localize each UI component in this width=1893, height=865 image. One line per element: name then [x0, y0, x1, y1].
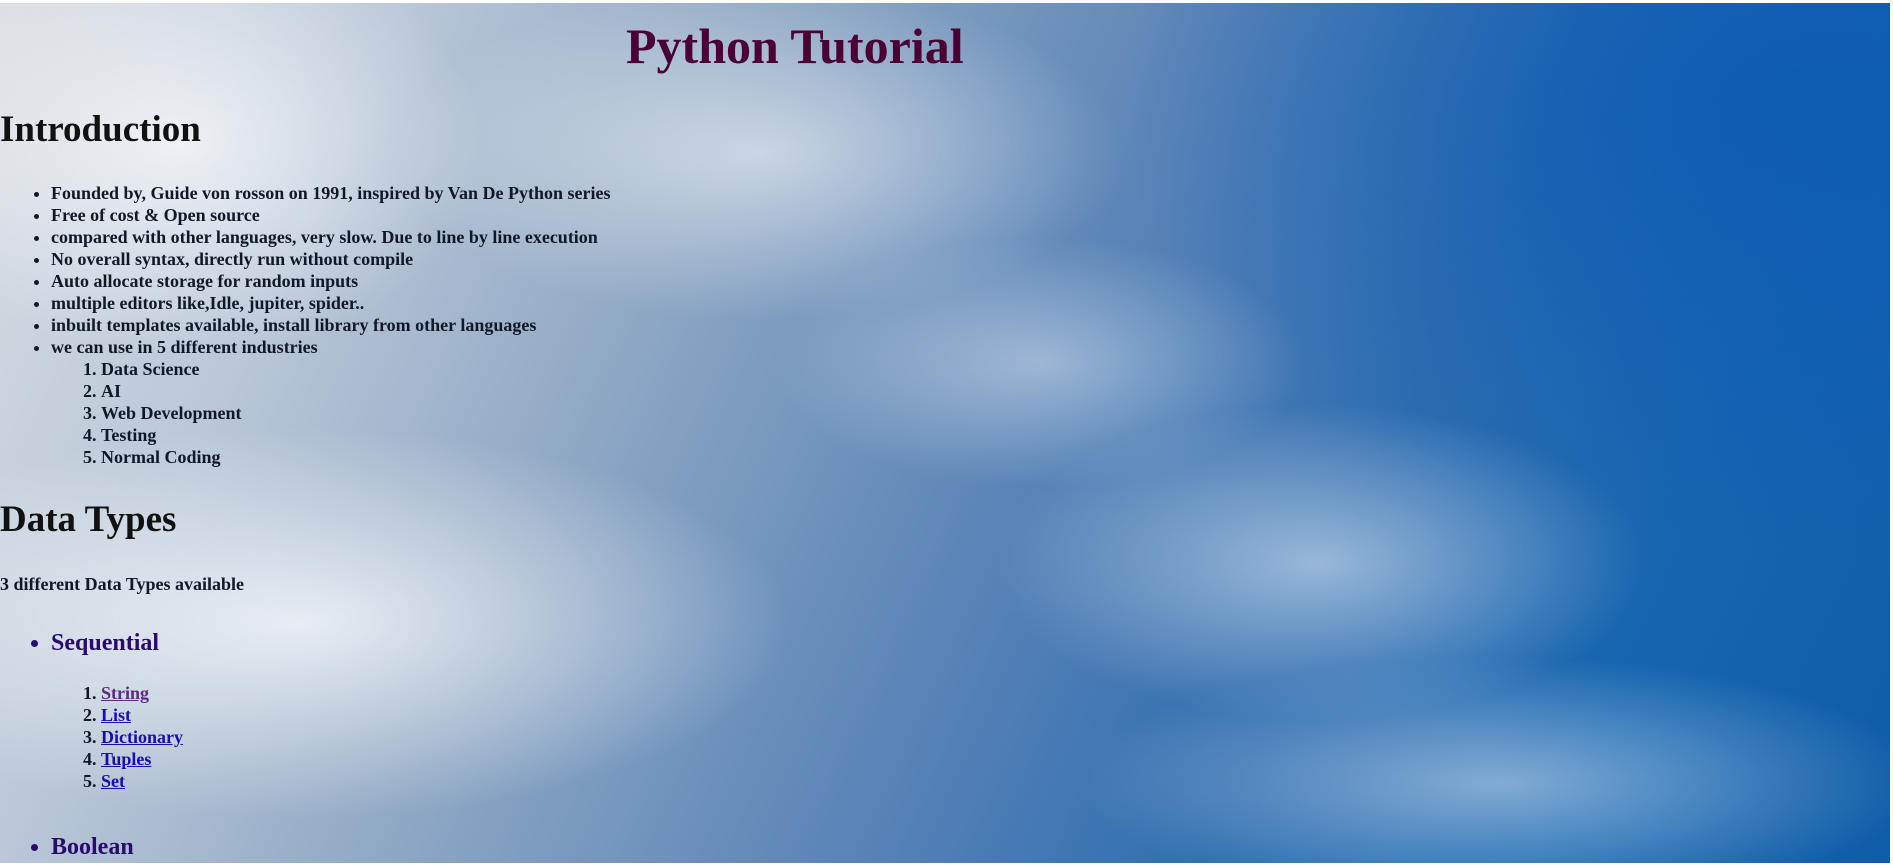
- boolean-list: Boolean: [0, 832, 134, 862]
- list-item: inbuilt templates available, install lib…: [51, 314, 610, 336]
- dictionary-link[interactable]: Dictionary: [101, 727, 183, 747]
- sequential-heading: Sequential: [51, 630, 160, 656]
- page-background: Python Tutorial Introduction Founded by,…: [0, 3, 1890, 863]
- list-item: multiple editors like,Idle, jupiter, spi…: [51, 292, 610, 314]
- sequential-links-list: String List Dictionary Tuples Set: [51, 682, 183, 792]
- introduction-heading: Introduction: [0, 109, 201, 150]
- list-item: List: [101, 704, 183, 726]
- boolean-item: Boolean: [51, 832, 134, 862]
- page-title: Python Tutorial: [626, 18, 964, 74]
- introduction-list: Founded by, Guide von rosson on 1991, in…: [0, 182, 610, 468]
- industries-list: Data Science AI Web Development Testing …: [51, 358, 610, 468]
- list-item: No overall syntax, directly run without …: [51, 248, 610, 270]
- list-item: Tuples: [101, 748, 183, 770]
- tuples-link[interactable]: Tuples: [101, 749, 151, 769]
- list-item: Free of cost & Open source: [51, 204, 610, 226]
- industry-item: Web Development: [101, 402, 610, 424]
- list-item: Dictionary: [101, 726, 183, 748]
- data-types-heading: Data Types: [0, 499, 177, 540]
- list-item: Set: [101, 770, 183, 792]
- boolean-heading: Boolean: [51, 834, 134, 860]
- list-item: Founded by, Guide von rosson on 1991, in…: [51, 182, 610, 204]
- sequential-item: Sequential String List Dictionary Tuples…: [51, 628, 183, 792]
- industry-item: AI: [101, 380, 610, 402]
- list-item-industries: we can use in 5 different industries Dat…: [51, 336, 610, 468]
- industry-item: Data Science: [101, 358, 610, 380]
- data-types-description: 3 different Data Types available: [0, 574, 244, 594]
- list-item: compared with other languages, very slow…: [51, 226, 610, 248]
- list-item: Auto allocate storage for random inputs: [51, 270, 610, 292]
- list-link[interactable]: List: [101, 705, 131, 725]
- industry-item: Normal Coding: [101, 446, 610, 468]
- sequential-list: Sequential String List Dictionary Tuples…: [0, 628, 183, 792]
- string-link[interactable]: String: [101, 683, 149, 703]
- set-link[interactable]: Set: [101, 771, 125, 791]
- industries-label: we can use in 5 different industries: [51, 337, 318, 357]
- list-item: String: [101, 682, 183, 704]
- industry-item: Testing: [101, 424, 610, 446]
